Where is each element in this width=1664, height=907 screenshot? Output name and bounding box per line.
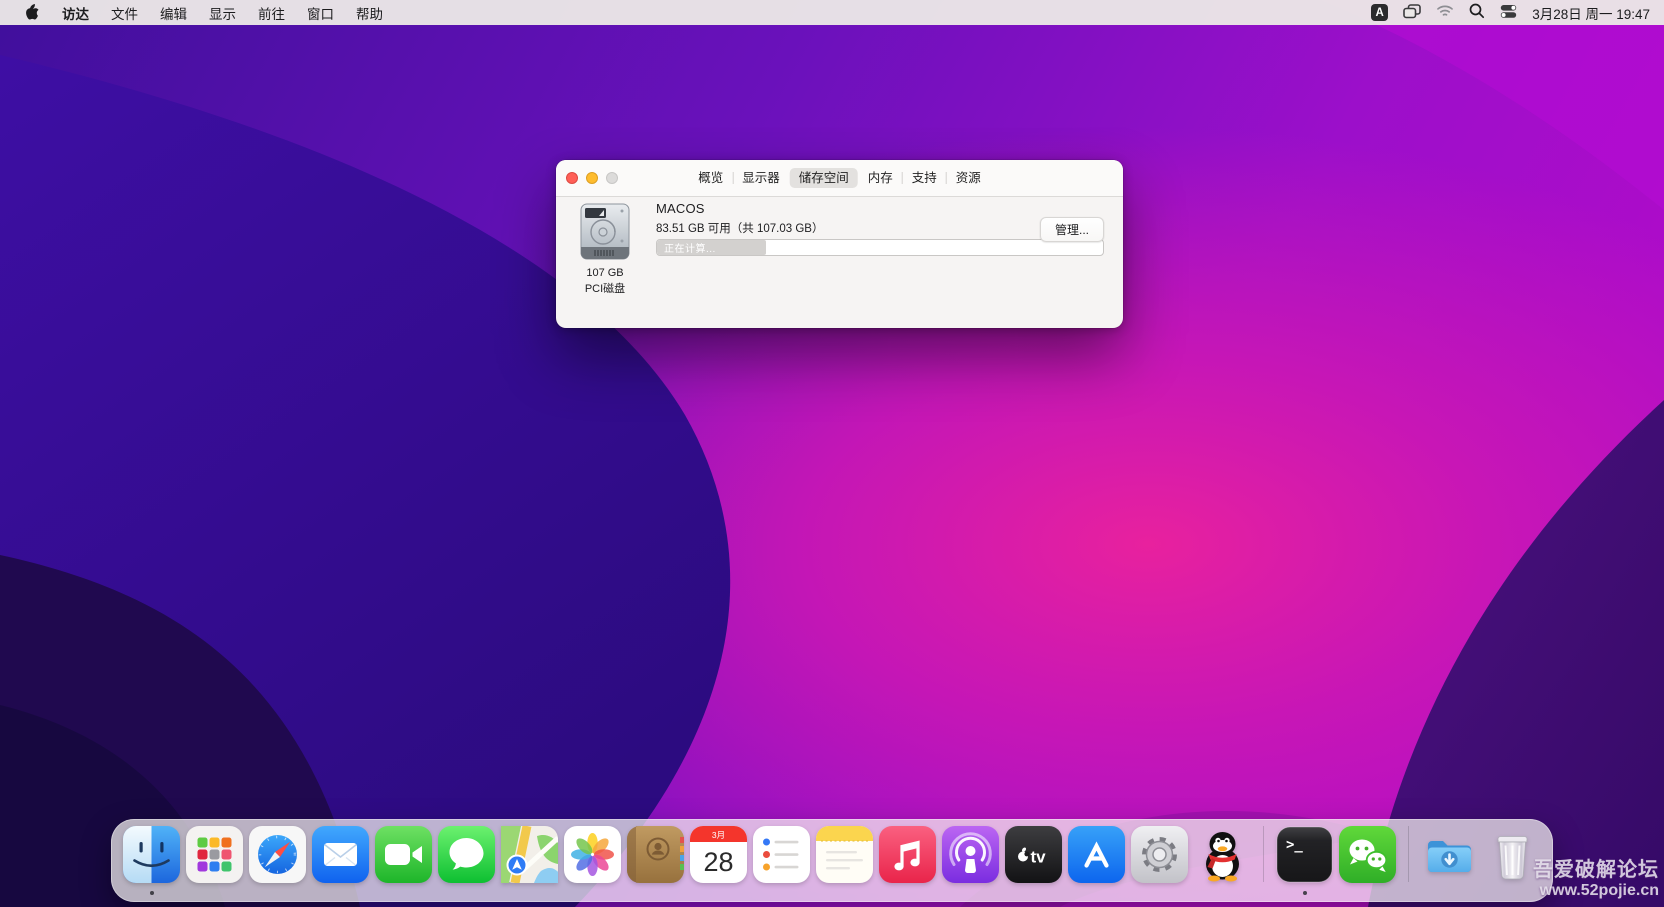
watermark-line1: 吾爱破解论坛 [1533,859,1659,882]
calculating-segment: 正在计算... [657,240,766,255]
tab-resources[interactable]: 资源 [947,168,990,188]
dock-icon-messages[interactable] [438,826,495,883]
watermark-line2: www.52pojie.cn [1533,882,1659,900]
minimize-button[interactable] [586,172,598,184]
dock-icon-safari[interactable] [249,826,306,883]
disk-capacity: 107 GB [565,267,645,279]
apple-menu[interactable] [18,4,45,21]
menu-bar-status: A 3月28日 周一 19:47 [1371,3,1664,23]
disk-type: PCI磁盘 [565,280,645,296]
disk-summary: 107 GB PCI磁盘 [565,203,645,296]
dock-icon-wechat[interactable] [1339,826,1396,883]
dock-separator [1408,826,1409,882]
wifi-icon[interactable] [1436,4,1454,21]
storage-panel: 107 GB PCI磁盘 MACOS 83.51 GB 可用（共 107.03 … [556,197,1123,328]
traffic-lights [566,172,618,184]
dock-icon-terminal[interactable]: >_ [1276,826,1333,883]
disk-available-text: 83.51 GB 可用（共 107.03 GB） [656,220,823,236]
wallpaper [0,0,1664,907]
tab-overview[interactable]: 概览 [689,168,732,188]
stage-manager-icon[interactable] [1403,4,1421,22]
dock-icon-calendar[interactable]: 3月 28 [690,826,747,883]
close-button[interactable] [566,172,578,184]
dock-icon-qq[interactable] [1194,826,1251,883]
dock-icon-tv[interactable]: tv [1005,826,1062,883]
svg-text:28: 28 [703,847,733,877]
dock-icon-maps[interactable] [501,826,558,883]
dock-icon-music[interactable] [879,826,936,883]
dock-icon-finder[interactable] [123,826,180,883]
menu-help[interactable]: 帮助 [345,7,394,22]
manage-button[interactable]: 管理... [1040,217,1104,242]
window-titlebar[interactable]: 概览显示器储存空间内存支持资源 [556,160,1123,197]
apple-logo-icon [24,4,39,21]
about-this-mac-window: 概览显示器储存空间内存支持资源 [556,160,1123,328]
app-menus: 访达文件编辑显示前往窗口帮助 [51,3,394,23]
about-tabs: 概览显示器储存空间内存支持资源 [689,168,990,188]
dock-icon-mail[interactable] [312,826,369,883]
dock-icon-launchpad[interactable] [186,826,243,883]
dock-icon-reminders[interactable] [753,826,810,883]
tab-memory[interactable]: 内存 [859,168,902,188]
menu-file[interactable]: 文件 [100,7,149,22]
calculating-label: 正在计算... [657,240,716,255]
menu-bar-left: 访达文件编辑显示前往窗口帮助 [0,3,394,23]
menu-edit[interactable]: 编辑 [149,7,198,22]
menu-window[interactable]: 窗口 [296,7,345,22]
tab-displays[interactable]: 显示器 [733,168,789,188]
watermark: 吾爱破解论坛 www.52pojie.cn [1533,859,1659,900]
dock-icon-system-preferences[interactable] [1131,826,1188,883]
svg-text:>_: >_ [1286,837,1303,853]
svg-text:3月: 3月 [712,830,725,840]
storage-progress-bar: 正在计算... [656,239,1104,256]
menu-view[interactable]: 显示 [198,7,247,22]
dock-icon-downloads[interactable] [1421,826,1478,883]
dock-separator [1263,826,1264,882]
desktop: 访达文件编辑显示前往窗口帮助 A 3月28日 周一 19:47 [0,0,1664,907]
spotlight-search-icon[interactable] [1469,3,1485,22]
zoom-button-disabled [606,172,618,184]
dock-icon-contacts[interactable] [627,826,684,883]
disk-name: MACOS [656,201,705,216]
dock-icon-photos[interactable] [564,826,621,883]
dock-icon-podcasts[interactable] [942,826,999,883]
dock-icon-notes[interactable] [816,826,873,883]
tab-support[interactable]: 支持 [903,168,946,188]
dock-icon-facetime[interactable] [375,826,432,883]
tab-storage[interactable]: 储存空间 [790,168,858,188]
menubar-clock[interactable]: 3月28日 周一 19:47 [1532,3,1650,23]
menu-go[interactable]: 前往 [247,7,296,22]
control-center-icon[interactable] [1500,4,1517,22]
input-method-badge[interactable]: A [1371,4,1388,21]
dock: 3月 28 tv >_ [111,819,1553,902]
menu-app[interactable]: 访达 [51,7,100,22]
svg-text:tv: tv [1031,848,1047,867]
hard-drive-icon [579,203,631,263]
menu-bar: 访达文件编辑显示前往窗口帮助 A 3月28日 周一 19:47 [0,0,1664,25]
dock-icon-appstore[interactable] [1068,826,1125,883]
